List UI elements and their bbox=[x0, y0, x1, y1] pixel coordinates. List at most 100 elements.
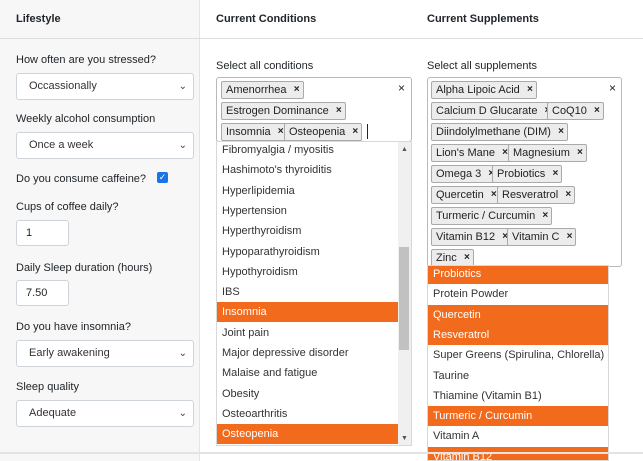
dropdown-option[interactable]: Hypoparathyroidism bbox=[217, 242, 398, 262]
condition-chip: Estrogen Dominance × bbox=[221, 102, 346, 120]
chip-label: Lion's Mane bbox=[436, 147, 495, 159]
dropdown-option[interactable]: Quercetin bbox=[428, 304, 608, 325]
dropdown-option[interactable]: Vitamin A bbox=[428, 426, 608, 446]
stress-value: Occassionally bbox=[29, 80, 97, 92]
chip-label: Alpha Lipoic Acid bbox=[436, 84, 520, 96]
dropdown-option[interactable]: Joint pain bbox=[217, 323, 398, 343]
chip-label: Quercetin bbox=[436, 189, 484, 201]
chip-label: Estrogen Dominance bbox=[226, 105, 329, 117]
dropdown-option[interactable]: Osteoarthritis bbox=[217, 404, 398, 424]
caffeine-label: Do you consume caffeine? bbox=[16, 173, 147, 185]
dropdown-option[interactable]: Insomnia bbox=[217, 302, 398, 323]
dropdown-option[interactable]: Obesity bbox=[217, 384, 398, 404]
dropdown-option[interactable]: Turmeric / Curcumin bbox=[428, 406, 608, 427]
supplement-chip: Resveratrol × bbox=[497, 186, 576, 204]
dropdown-option[interactable]: Fibromyalgia / myositis bbox=[217, 142, 398, 160]
supplement-chip: Vitamin B12 × bbox=[431, 228, 513, 246]
dropdown-option[interactable]: Thiamine (Vitamin B1) bbox=[428, 386, 608, 406]
chevron-down-icon: ⌄ bbox=[178, 81, 187, 92]
sleep-duration-input[interactable]: 7.50 bbox=[16, 280, 69, 306]
remove-x-icon[interactable]: × bbox=[594, 103, 600, 119]
dropdown-option[interactable]: IBS bbox=[217, 282, 398, 302]
chip-label: Omega 3 bbox=[436, 168, 482, 180]
remove-x-icon[interactable]: × bbox=[527, 82, 533, 98]
supplement-chip: Probiotics × bbox=[492, 165, 563, 183]
supplements-multiselect[interactable]: Alpha Lipoic Acid× Calcium D Glucarate× … bbox=[427, 77, 622, 267]
dropdown-option[interactable]: Malaise and fatigue bbox=[217, 363, 398, 383]
dropdown-option[interactable]: Protein Powder bbox=[428, 284, 608, 304]
chip-label: Probiotics bbox=[497, 168, 546, 180]
remove-x-icon[interactable]: × bbox=[567, 229, 573, 245]
condition-chip: Osteopenia × bbox=[284, 123, 363, 141]
supplement-chip: Lion's Mane × bbox=[431, 144, 512, 162]
chip-label: Resveratrol bbox=[502, 189, 559, 201]
supplements-dropdown: Probiotics Protein Powder Quercetin Resvera… bbox=[427, 265, 609, 461]
condition-chip: Amenorrhea × bbox=[221, 81, 304, 99]
dropdown-option[interactable]: Hyperlipidemia bbox=[217, 181, 398, 201]
chip-label: Diindolylmethane (DIM) bbox=[436, 126, 551, 138]
header-divider bbox=[0, 38, 643, 39]
chip-label: Vitamin C bbox=[512, 231, 560, 243]
supplements-header: Current Supplements bbox=[427, 13, 539, 25]
dropdown-option[interactable]: Osteopenia bbox=[217, 424, 398, 445]
sleep-quality-value: Adequate bbox=[29, 407, 77, 419]
dropdown-option[interactable]: Hashimoto's thyroiditis bbox=[217, 160, 398, 180]
chip-label: CoQ10 bbox=[552, 105, 587, 117]
insomnia-value: Early awakening bbox=[29, 347, 110, 359]
chip-label: Zinc bbox=[436, 252, 457, 264]
chip-label: Turmeric / Curcumin bbox=[436, 210, 536, 222]
conditions-scroll-thumb[interactable] bbox=[399, 247, 409, 350]
remove-x-icon[interactable]: × bbox=[352, 124, 358, 140]
supplement-chip: Alpha Lipoic Acid × bbox=[431, 81, 537, 99]
scroll-down-icon[interactable]: ▼ bbox=[401, 435, 408, 442]
stress-select[interactable]: Occassionally ⌄ bbox=[16, 73, 194, 100]
remove-x-icon[interactable]: × bbox=[294, 82, 300, 98]
coffee-input[interactable]: 1 bbox=[16, 220, 69, 246]
chip-label: Amenorrhea bbox=[226, 84, 287, 96]
supplement-chip: Turmeric / Curcumin × bbox=[431, 207, 553, 225]
remove-x-icon[interactable]: × bbox=[542, 208, 548, 224]
insomnia-select[interactable]: Early awakening ⌄ bbox=[16, 340, 194, 367]
supplement-chip: Magnesium × bbox=[508, 144, 587, 162]
condition-chip: Insomnia × bbox=[221, 123, 288, 141]
dropdown-option[interactable]: Hyperthyroidism bbox=[217, 221, 398, 241]
clear-all-icon[interactable]: × bbox=[398, 81, 405, 95]
chevron-down-icon: ⌄ bbox=[178, 408, 187, 419]
remove-x-icon[interactable]: × bbox=[558, 124, 564, 140]
dropdown-option[interactable]: Major depressive disorder bbox=[217, 343, 398, 363]
dropdown-option[interactable]: Super Greens (Spirulina, Chlorella) bbox=[428, 345, 608, 365]
conditions-header: Current Conditions bbox=[216, 13, 317, 25]
sleep-duration-label: Daily Sleep duration (hours) bbox=[16, 262, 153, 274]
remove-x-icon[interactable]: × bbox=[491, 187, 497, 203]
insomnia-label: Do you have insomnia? bbox=[16, 321, 131, 333]
conditions-multiselect[interactable]: Amenorrhea × Estrogen Dominance × Insomnia… bbox=[216, 77, 412, 142]
alcohol-select[interactable]: Once a week ⌄ bbox=[16, 132, 194, 159]
check-icon: ✓ bbox=[158, 172, 167, 182]
dropdown-option[interactable]: Probiotics bbox=[428, 266, 608, 284]
clear-all-icon[interactable]: × bbox=[609, 81, 616, 95]
dropdown-option[interactable]: Taurine bbox=[428, 366, 608, 386]
remove-x-icon[interactable]: × bbox=[577, 145, 583, 161]
coffee-label: Cups of coffee daily? bbox=[16, 201, 119, 213]
caffeine-checkbox[interactable]: ✓ bbox=[157, 172, 168, 183]
remove-x-icon[interactable]: × bbox=[552, 166, 558, 182]
conditions-select-label: Select all conditions bbox=[216, 60, 314, 72]
chip-label: Vitamin B12 bbox=[436, 231, 496, 243]
conditions-dropdown: Fibromyalgia / myositis Hashimoto's thyro… bbox=[216, 141, 412, 446]
dropdown-option[interactable]: Hypothyroidism bbox=[217, 262, 398, 282]
remove-x-icon[interactable]: × bbox=[565, 187, 571, 203]
remove-x-icon[interactable]: × bbox=[464, 250, 470, 266]
chevron-down-icon: ⌄ bbox=[178, 348, 187, 359]
alcohol-value: Once a week bbox=[29, 139, 94, 151]
scroll-up-icon[interactable]: ▲ bbox=[401, 146, 408, 153]
supplement-chip: Vitamin C × bbox=[507, 228, 577, 246]
dropdown-option[interactable]: Hypertension bbox=[217, 201, 398, 221]
text-cursor bbox=[367, 124, 368, 139]
alcohol-label: Weekly alcohol consumption bbox=[16, 113, 156, 125]
sleep-quality-select[interactable]: Adequate ⌄ bbox=[16, 400, 194, 427]
chip-label: Osteopenia bbox=[289, 126, 346, 138]
chip-label: Magnesium bbox=[513, 147, 570, 159]
dropdown-option[interactable]: Resveratrol bbox=[428, 324, 608, 345]
remove-x-icon[interactable]: × bbox=[336, 103, 342, 119]
remove-x-icon[interactable]: × bbox=[278, 124, 284, 140]
